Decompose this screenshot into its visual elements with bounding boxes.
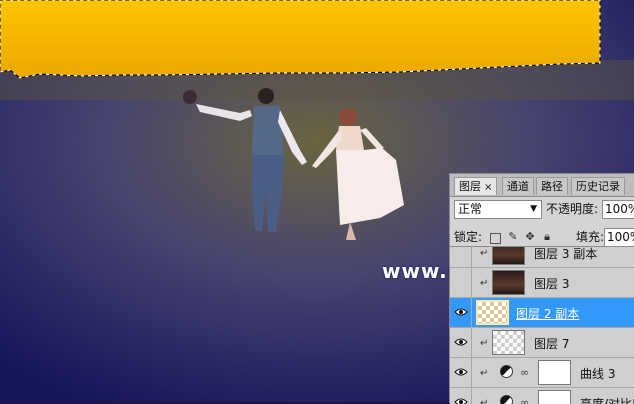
lock-brush-icon[interactable]: ✎ (507, 231, 519, 243)
layer-name: 曲线 3 (580, 367, 616, 381)
layer-name: 图层 7 (534, 337, 570, 351)
layer-name: 图层 3 副本 (534, 247, 598, 261)
lock-transparent-icon[interactable] (490, 233, 501, 244)
panel-tab-bar: 图层 × 通道 路径 历史记录 (450, 174, 634, 197)
visibility-toggle[interactable] (450, 268, 472, 297)
lock-all-icon[interactable]: 🔒︎ (541, 231, 553, 243)
layer-name: 亮度/对比度 (580, 397, 634, 404)
tab-paths-label: 路径 (541, 180, 563, 193)
clip-arrow-icon: ↵ (480, 398, 489, 404)
close-icon[interactable]: × (484, 182, 492, 193)
lock-label: 锁定: (454, 230, 483, 244)
clip-arrow-icon: ↵ (480, 248, 489, 259)
eye-icon (454, 308, 468, 316)
layer-list: ↵ 图层 3 副本 ↵ 图层 3 图层 2 副本 ↵ 图层 7 ↵ ∞ 曲线 3… (450, 246, 634, 404)
visibility-toggle[interactable] (450, 298, 472, 327)
tab-history-label: 历史记录 (576, 180, 620, 193)
visibility-toggle[interactable] (450, 247, 472, 267)
tab-history[interactable]: 历史记录 (571, 177, 625, 195)
layer-mask-thumbnail (538, 360, 571, 385)
visibility-toggle[interactable] (450, 328, 472, 357)
eye-icon (454, 398, 468, 404)
layer-row-selected[interactable]: 图层 2 副本 (450, 298, 634, 328)
layer-row[interactable]: ↵ ∞ 曲线 3 (450, 358, 634, 388)
chevron-down-icon: ▼ (530, 204, 537, 214)
fill-label: 填充: (576, 230, 605, 244)
layer-thumbnail (476, 300, 509, 325)
tab-layers-label: 图层 (459, 180, 481, 193)
adjustment-icon (500, 395, 513, 404)
layer-thumbnail (492, 270, 525, 295)
layer-name: 图层 2 副本 (516, 307, 580, 321)
eye-icon (454, 368, 468, 376)
layers-panel: 图层× 通道 路径 历史记录 正常 ▼ 不透明度: 100% 锁定: ✎ ✥ 🔒︎… (449, 173, 634, 404)
tab-channels-label: 通道 (507, 180, 529, 193)
layer-row[interactable]: ↵ 图层 3 副本 (450, 247, 634, 268)
eye-icon (454, 338, 468, 346)
clip-arrow-icon: ↵ (480, 338, 489, 349)
blend-mode-value: 正常 (458, 202, 483, 216)
lock-move-icon[interactable]: ✥ (524, 231, 536, 243)
adjustment-icon (500, 365, 513, 378)
opacity-label: 不透明度: (546, 202, 599, 216)
clip-arrow-icon: ↵ (480, 368, 489, 379)
fill-input[interactable]: 100% (604, 228, 634, 247)
opacity-input[interactable]: 100% (602, 200, 634, 219)
chain-link-icon: ∞ (520, 366, 530, 379)
layer-thumbnail (492, 330, 525, 355)
tab-channels[interactable]: 通道 (502, 177, 534, 195)
layer-row[interactable]: ↵ 图层 7 (450, 328, 634, 358)
blend-opacity-row: 正常 ▼ 不透明度: 100% (454, 200, 634, 220)
tab-paths[interactable]: 路径 (536, 177, 568, 195)
lock-fill-row: 锁定: ✎ ✥ 🔒︎ 填充: 100% (454, 228, 634, 248)
layer-thumbnail (492, 247, 525, 265)
layer-name: 图层 3 (534, 277, 570, 291)
chain-link-icon: ∞ (520, 396, 530, 404)
blend-mode-select[interactable]: 正常 ▼ (454, 200, 542, 219)
visibility-toggle[interactable] (450, 358, 472, 387)
tab-layers[interactable]: 图层 × (454, 177, 498, 195)
layer-row[interactable]: ↵ 图层 3 (450, 268, 634, 298)
clip-arrow-icon: ↵ (480, 278, 489, 289)
